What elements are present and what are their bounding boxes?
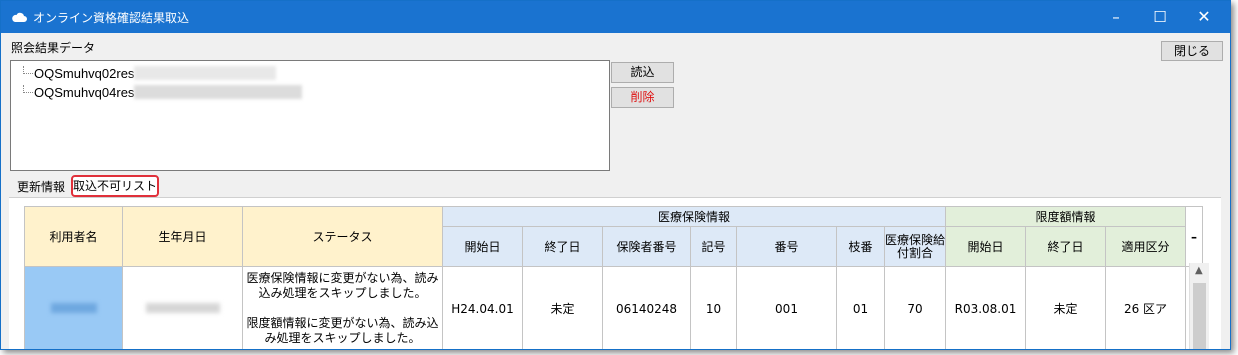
cell-limit-start[interactable]: R03.08.01 <box>945 266 1026 349</box>
cell-symbol[interactable]: 10 <box>690 266 737 349</box>
close-button[interactable]: 閉じる <box>1161 41 1223 61</box>
close-window-button[interactable]: ✕ <box>1183 1 1225 33</box>
col-header-limit-start[interactable]: 開始日 <box>945 226 1026 267</box>
import-window: オンライン資格確認結果取込 – ☐ ✕ 照会結果データ 閉じる OQSmuhvq… <box>0 0 1231 350</box>
scrollbar-thumb[interactable] <box>1193 283 1206 349</box>
file-name: OQSmuhvq04res <box>34 85 135 100</box>
cell-status[interactable]: 医療保険情報に変更がない為、読み込み処理をスキップしました。 限度額情報に変更が… <box>242 266 443 349</box>
tree-connector <box>23 85 33 93</box>
col-header-benefit-ratio[interactable]: 医療保険給付割合 <box>884 226 946 267</box>
col-header-med-start[interactable]: 開始日 <box>442 226 523 267</box>
col-header-number[interactable]: 番号 <box>736 226 837 267</box>
scroll-up-arrow-icon[interactable]: ▲ <box>1195 265 1203 276</box>
group-header-medical-insurance: 医療保険情報 <box>442 206 946 227</box>
cell-benefit-ratio[interactable]: 70 <box>884 266 946 349</box>
tab-import-reject-list[interactable]: 取込不可リスト <box>71 175 159 197</box>
tab-panel: 利用者名 生年月日 ステータス 医療保険情報 限度額情報 – 開始日 終了日 保… <box>9 197 1221 349</box>
tree-connector <box>23 66 33 74</box>
result-data-label: 照会結果データ <box>11 41 96 55</box>
file-item-selected[interactable]: OQSmuhvq04res <box>23 83 303 103</box>
col-header-limit-end[interactable]: 終了日 <box>1025 226 1106 267</box>
tab-update-info[interactable]: 更新情報 <box>17 177 65 197</box>
file-name: OQSmuhvq02res <box>34 66 135 81</box>
col-header-status[interactable]: ステータス <box>242 206 443 267</box>
col-header-applicable-class[interactable]: 適用区分 <box>1105 226 1186 267</box>
status-message-medical: 医療保険情報に変更がない為、読み込み処理をスキップしました。 <box>246 271 439 300</box>
redacted-user-name <box>50 302 97 313</box>
col-header-branch[interactable]: 枝番 <box>836 226 885 267</box>
redacted-birthdate <box>145 302 220 313</box>
vertical-scrollbar[interactable]: ▲ <box>1189 263 1209 349</box>
cloud-icon <box>12 12 27 22</box>
file-list[interactable]: OQSmuhvq02res OQSmuhvq04res <box>10 60 610 171</box>
delete-button[interactable]: 削除 <box>611 87 674 108</box>
cell-med-start[interactable]: H24.04.01 <box>442 266 523 349</box>
cell-birthdate[interactable] <box>122 266 243 349</box>
cell-user-name[interactable] <box>24 266 123 349</box>
read-button[interactable]: 読込 <box>611 62 674 83</box>
status-message-limit: 限度額情報に変更がない為、読み込み処理をスキップしました。 <box>246 316 439 345</box>
col-header-more[interactable]: – <box>1185 206 1203 267</box>
col-header-med-end[interactable]: 終了日 <box>522 226 603 267</box>
cell-applicable-class[interactable]: 26 区ア <box>1105 266 1186 349</box>
cell-med-end[interactable]: 未定 <box>522 266 603 349</box>
col-header-user-name[interactable]: 利用者名 <box>24 206 123 267</box>
file-item[interactable]: OQSmuhvq02res <box>23 64 277 84</box>
cell-number[interactable]: 001 <box>736 266 837 349</box>
col-header-birthdate[interactable]: 生年月日 <box>122 206 243 267</box>
redacted-filename-part <box>134 85 303 99</box>
redacted-filename-part <box>134 66 277 80</box>
title-bar[interactable]: オンライン資格確認結果取込 – ☐ ✕ <box>1 1 1230 33</box>
table-row[interactable]: 医療保険情報に変更がない為、読み込み処理をスキップしました。 限度額情報に変更が… <box>24 266 1203 349</box>
minimize-button[interactable]: – <box>1095 1 1137 33</box>
maximize-button[interactable]: ☐ <box>1139 1 1181 33</box>
col-header-symbol[interactable]: 記号 <box>690 226 737 267</box>
cell-insurer-number[interactable]: 06140248 <box>602 266 691 349</box>
window-title: オンライン資格確認結果取込 <box>33 11 190 25</box>
col-header-insurer-number[interactable]: 保険者番号 <box>602 226 691 267</box>
cell-limit-end[interactable]: 未定 <box>1025 266 1106 349</box>
group-header-limit-amount: 限度額情報 <box>945 206 1186 227</box>
cell-branch[interactable]: 01 <box>836 266 885 349</box>
reject-list-table: 利用者名 生年月日 ステータス 医療保険情報 限度額情報 – 開始日 終了日 保… <box>24 206 1203 349</box>
